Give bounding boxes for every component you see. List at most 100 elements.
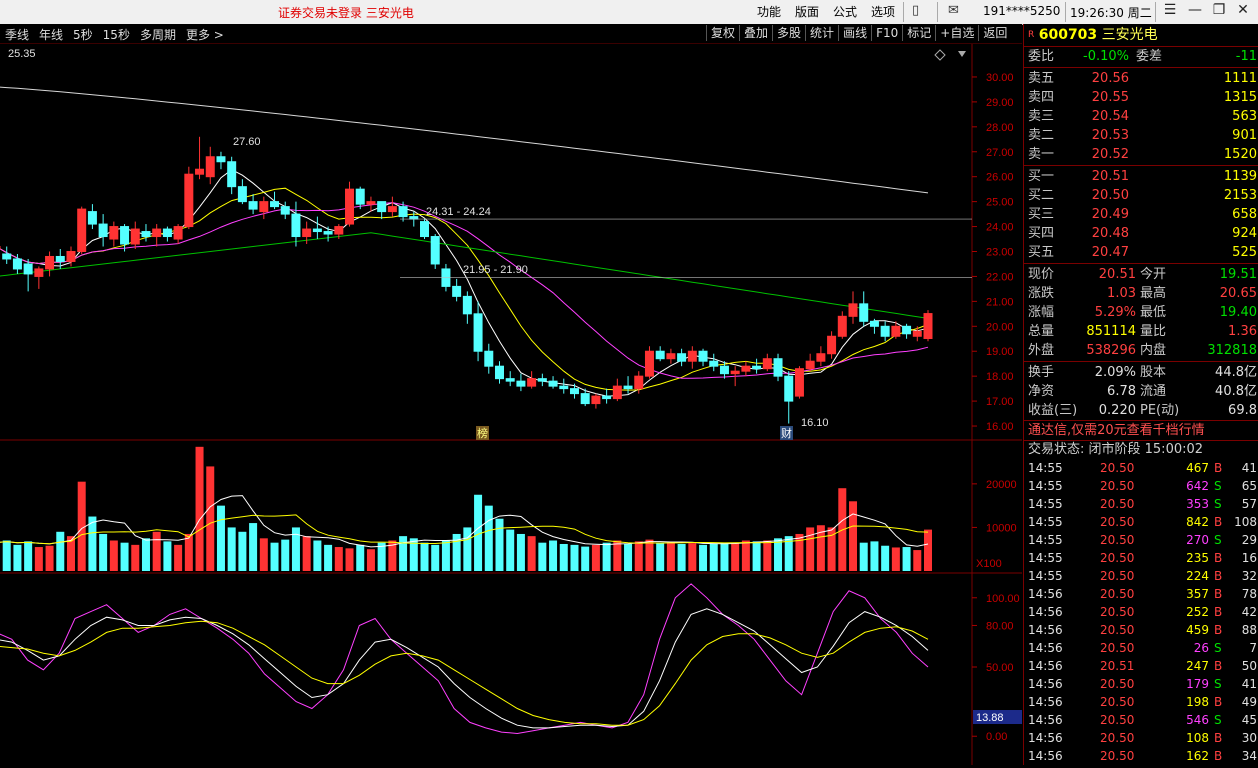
tab-more[interactable]: 更多 > [181, 26, 229, 43]
candle-body [891, 325, 901, 337]
menu-item-function[interactable]: 功能 [750, 3, 788, 20]
ask-row[interactable]: 卖三 20.54 563 [1024, 107, 1258, 126]
stock-title[interactable]: R 600703 三安光电 [1024, 24, 1258, 47]
volume-unit: X100 [976, 558, 1002, 570]
candle-body [334, 226, 344, 235]
tick-time: 14:56 [1028, 677, 1063, 691]
tab-15s[interactable]: 15秒 [98, 26, 135, 43]
tick-price: 20.50 [1100, 749, 1135, 763]
minimize-icon[interactable]: — [1185, 2, 1205, 18]
candle-body [387, 206, 397, 213]
message-icon[interactable]: ✉ [948, 3, 959, 18]
btn-back[interactable]: 返回 [978, 25, 1011, 41]
btn-add-watchlist[interactable]: +自选 [935, 25, 978, 41]
quote-value: 19.51 [1219, 267, 1257, 282]
btn-adjust[interactable]: 复权 [706, 25, 739, 41]
ask-row[interactable]: 卖四 20.55 1315 [1024, 88, 1258, 107]
candle-body [87, 211, 97, 225]
btn-draw[interactable]: 画线 [838, 25, 871, 41]
volume-bar [195, 446, 204, 571]
kdj-tick-label: 80.00 [986, 620, 1014, 632]
candle-body [869, 320, 879, 327]
quote-row: 涨跌 1.03 最高 20.65 [1024, 284, 1258, 303]
restore-icon[interactable]: ❐ [1209, 2, 1229, 18]
login-notice[interactable]: 证券交易未登录 三安光电 [278, 4, 414, 21]
volume-bar [570, 544, 579, 571]
candle-body [762, 358, 772, 370]
tick-side: B [1214, 515, 1223, 529]
quote-label: 内盘 [1140, 343, 1167, 358]
tab-5s[interactable]: 5秒 [68, 26, 98, 43]
ma-readout: 25.35 [8, 48, 36, 60]
bid-row[interactable]: 买五 20.47 525 [1024, 243, 1258, 262]
tick-count: 50 [1241, 659, 1257, 673]
kdj-tick-label: 100.00 [986, 593, 1020, 605]
candle-body [784, 375, 794, 402]
candle-body [280, 206, 290, 215]
price-tick-label: 16.00 [986, 421, 1014, 433]
tick-price: 20.50 [1100, 461, 1135, 475]
tab-multi-period[interactable]: 多周期 [135, 26, 181, 43]
quote-label: 现价 [1028, 267, 1055, 282]
bid-price: 20.50 [1091, 188, 1129, 203]
menu-item-layout[interactable]: 版面 [788, 3, 826, 20]
candle-body [655, 350, 665, 360]
tick-time: 14:56 [1028, 731, 1063, 745]
tab-season[interactable]: 季线 [0, 26, 34, 43]
menu-item-options[interactable]: 选项 [864, 3, 902, 20]
price-tick-label: 27.00 [986, 147, 1014, 159]
user-account[interactable]: 191****5250 [983, 4, 1060, 18]
price-tick-label: 25.00 [986, 197, 1014, 209]
diamond-icon [934, 49, 946, 61]
btn-multi-stock[interactable]: 多股 [772, 25, 805, 41]
price-tick-label: 26.00 [986, 172, 1014, 184]
ask-level-label: 卖二 [1028, 128, 1055, 143]
candle-body [612, 385, 622, 400]
candle-body [12, 258, 22, 270]
bid-volume: 1139 [1223, 169, 1257, 184]
tick-count: 78 [1241, 587, 1257, 601]
btn-mark[interactable]: 标记 [902, 25, 935, 41]
ask-price: 20.56 [1091, 71, 1129, 86]
period-tabs: 季线 年线 5秒 15秒 多周期 更多 > [0, 26, 229, 43]
bid-row[interactable]: 买三 20.49 658 [1024, 205, 1258, 224]
btn-statistics[interactable]: 统计 [805, 25, 838, 41]
band-lower-label: 21.95 - 21.90 [463, 264, 528, 276]
quote-label: 净资 [1028, 384, 1055, 399]
quote-row: 换手 2.09% 股本 44.8亿 [1024, 363, 1258, 382]
volume-bar [634, 541, 643, 571]
candle-body [377, 201, 387, 213]
candle-body [527, 378, 537, 387]
menu-icon[interactable]: ☰ [1160, 2, 1180, 18]
price-tick-label: 23.00 [986, 246, 1014, 258]
tab-year[interactable]: 年线 [34, 26, 68, 43]
volume-bar [656, 542, 665, 571]
close-icon[interactable]: ✕ [1233, 2, 1253, 18]
btn-overlay[interactable]: 叠加 [739, 25, 772, 41]
phone-icon[interactable]: ▯ [912, 3, 919, 18]
quote-label: 量比 [1140, 324, 1167, 339]
bid-row[interactable]: 买四 20.48 924 [1024, 224, 1258, 243]
menu-item-formula[interactable]: 公式 [826, 3, 864, 20]
kline-chart[interactable]: 30.00 29.00 28.00 27.00 26.00 25.00 24.00 23.00… [0, 44, 1022, 765]
tick-price: 20.50 [1100, 587, 1135, 601]
ask-row[interactable]: 卖五 20.56 1111 [1024, 69, 1258, 88]
tick-price: 20.50 [1100, 605, 1135, 619]
tick-list[interactable]: 14:55 20.50 467 B 41 14:55 20.50 642 S 65 14:55 20.… [1024, 459, 1258, 765]
level2-ad-link[interactable]: 通达信,仅需20元查看千档行情 [1024, 420, 1258, 440]
btn-f10[interactable]: F10 [871, 25, 902, 41]
ma10-line [0, 187, 929, 391]
candle-body [741, 365, 751, 372]
tick-row: 14:55 20.50 224 B 32 [1024, 567, 1258, 585]
ask-row[interactable]: 卖二 20.53 901 [1024, 126, 1258, 145]
bid-row[interactable]: 买一 20.51 1139 [1024, 167, 1258, 186]
tick-side: B [1214, 623, 1223, 637]
quote-value: 19.40 [1219, 305, 1257, 320]
tick-time: 14:55 [1028, 461, 1063, 475]
bid-level-label: 买三 [1028, 207, 1055, 222]
chart-area[interactable]: 30.00 29.00 28.00 27.00 26.00 25.00 24.00 23.00… [0, 44, 1022, 765]
bid-row[interactable]: 买二 20.50 2153 [1024, 186, 1258, 205]
ask-row[interactable]: 卖一 20.52 1520 [1024, 145, 1258, 164]
quote-value: 40.8亿 [1215, 384, 1257, 399]
tick-price: 20.50 [1100, 677, 1135, 691]
